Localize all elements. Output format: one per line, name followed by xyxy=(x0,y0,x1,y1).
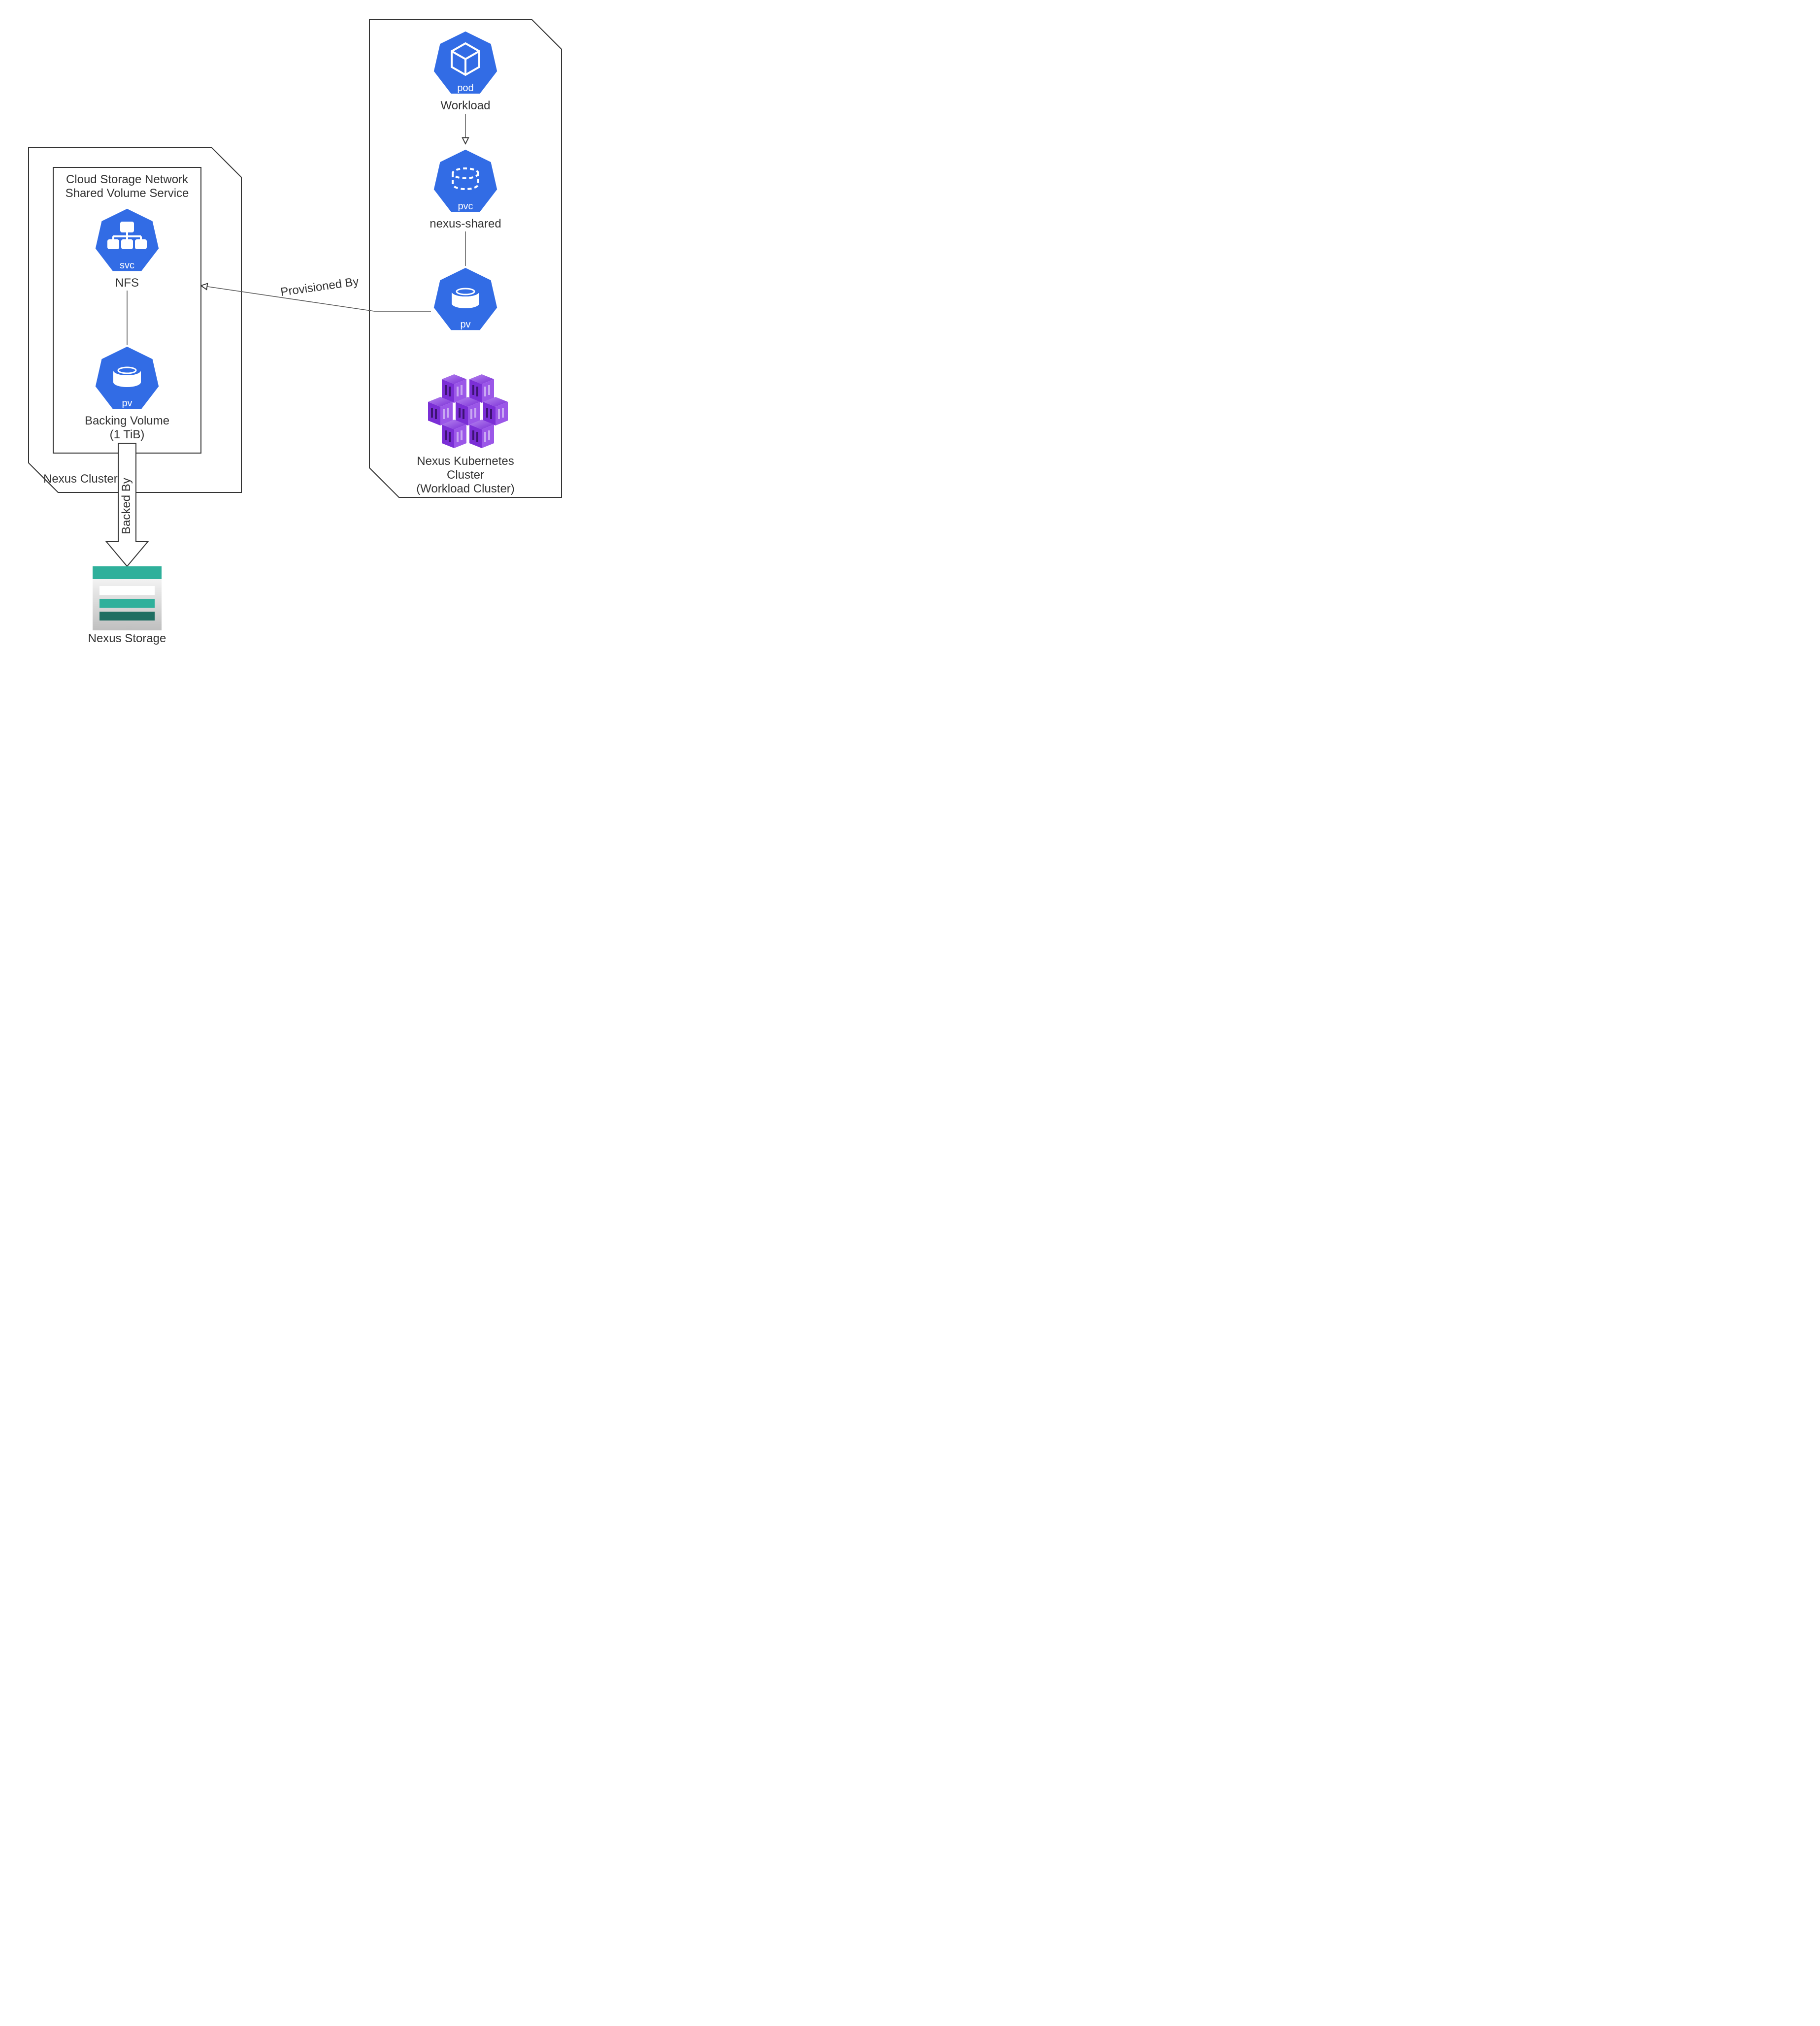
diagram-canvas: Nexus Cluster Cloud Storage Network Shar… xyxy=(0,0,581,647)
node-cube-cluster xyxy=(428,374,508,448)
wc-label-2: Cluster xyxy=(447,468,484,482)
svc-label: NFS xyxy=(115,276,139,290)
svc-box-title-2: Shared Volume Service xyxy=(66,187,189,200)
backed-by-label: Backed By xyxy=(120,478,133,534)
appliance-caption: Nexus Storage Appliance xyxy=(74,631,180,647)
provisioned-by-label: Provisioned By xyxy=(280,275,360,299)
pod-tag: pod xyxy=(457,83,473,94)
svc-heptagon: svc NFS xyxy=(96,209,159,290)
provisioned-by-link: Provisioned By xyxy=(201,275,431,311)
pod-label: Workload xyxy=(441,99,491,112)
svg-text:Nexus Storage: Nexus Storage xyxy=(88,632,166,645)
pvc-tag: pvc xyxy=(458,201,473,212)
nexus-cluster-label: Nexus Cluster xyxy=(43,472,118,486)
pod-heptagon: pod Workload xyxy=(434,32,497,112)
workload-pv-tag: pv xyxy=(460,319,470,330)
backing-pv-heptagon: pv Backing Volume (1 TiB) xyxy=(85,347,169,441)
pv-label-1: Backing Volume xyxy=(85,414,169,427)
wc-label-3: (Workload Cluster) xyxy=(416,482,515,495)
svc-box-title-1: Cloud Storage Network xyxy=(66,173,189,186)
pvc-heptagon: pvc nexus-shared xyxy=(430,150,501,230)
pv-tag: pv xyxy=(122,398,132,409)
shared-volume-service-box: Cloud Storage Network Shared Volume Serv… xyxy=(53,167,201,453)
workload-pv-heptagon: pv xyxy=(434,268,497,330)
svg-text:Appliance: Appliance xyxy=(101,646,153,647)
pv-label-2: (1 TiB) xyxy=(110,428,145,441)
svc-tag: svc xyxy=(120,260,134,271)
wc-label-1: Nexus Kubernetes xyxy=(417,455,514,468)
pvc-label: nexus-shared xyxy=(430,217,501,230)
backed-by-arrow: Backed By xyxy=(106,443,148,566)
storage-appliance-icon xyxy=(93,566,162,630)
